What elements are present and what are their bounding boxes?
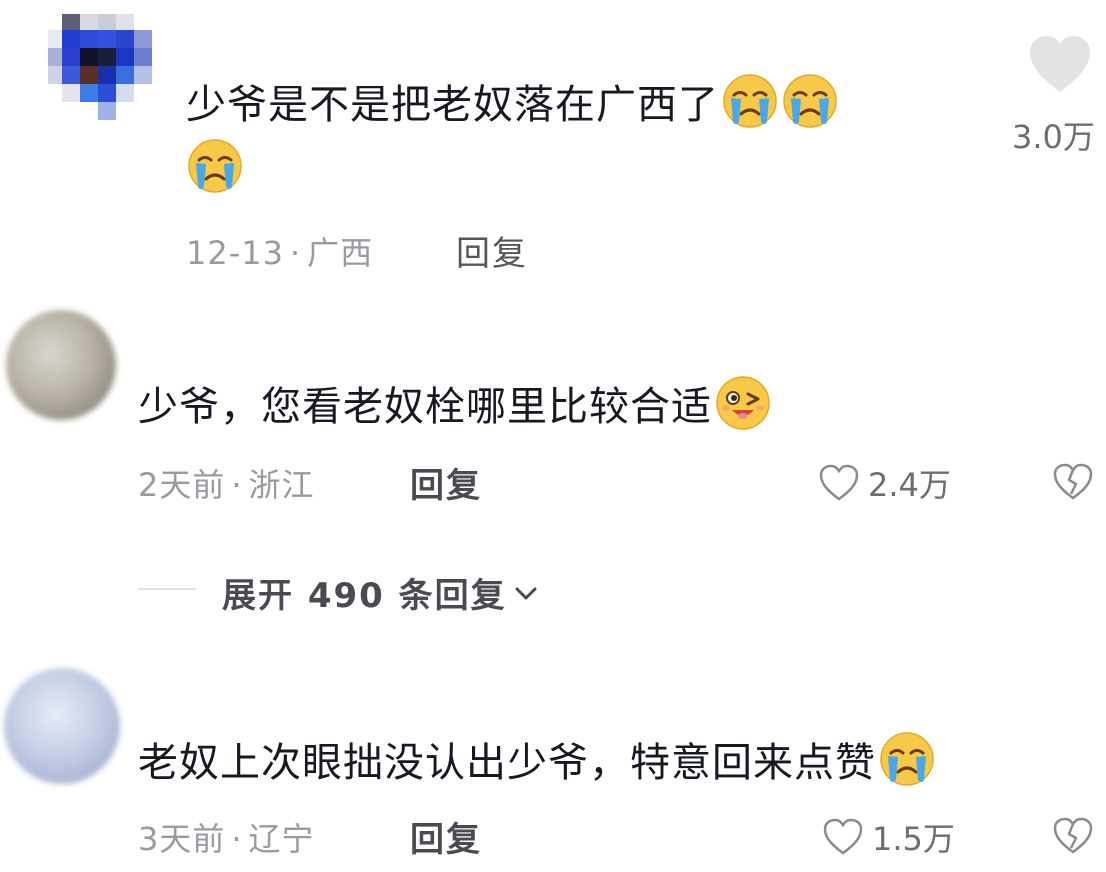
comment-body: 老奴上次眼拙没认出少爷，特意回来点赞 bbox=[138, 740, 876, 786]
comment-meta: 3天前 · 辽宁 bbox=[138, 814, 315, 860]
heart-outline-icon bbox=[823, 818, 863, 855]
comment-location: 浙江 bbox=[248, 466, 315, 504]
avatar[interactable] bbox=[48, 14, 154, 120]
comment-text: 少爷，您看老奴栓哪里比较合适 bbox=[138, 374, 898, 439]
comment-meta: 2天前 · 浙江 bbox=[138, 460, 315, 506]
like-count: 2.4万 bbox=[868, 466, 951, 504]
separator-dot: · bbox=[289, 234, 302, 272]
reply-button[interactable]: 回复 bbox=[410, 812, 482, 861]
heart-outline-icon bbox=[819, 464, 859, 501]
comment-meta: 12-13 · 广西 bbox=[186, 228, 373, 274]
like-count: 1.5万 bbox=[872, 820, 955, 858]
chevron-down-icon bbox=[515, 587, 537, 599]
winking-face-emoji-icon bbox=[714, 374, 772, 432]
reply-button[interactable]: 回复 bbox=[456, 226, 528, 275]
crying-face-emoji-icon bbox=[878, 730, 936, 788]
separator-dot: · bbox=[231, 466, 243, 504]
like-count: 3.0万 bbox=[1012, 118, 1095, 156]
comment-text: 老奴上次眼拙没认出少爷，特意回来点赞 bbox=[138, 730, 1038, 795]
comment-date: 12-13 bbox=[186, 234, 284, 272]
like-heart-icon[interactable] bbox=[1028, 34, 1092, 98]
crying-face-emoji-icon bbox=[186, 137, 244, 195]
comment-body: 少爷是不是把老奴落在广西了 bbox=[186, 82, 719, 128]
comment-date: 3天前 bbox=[138, 820, 226, 858]
comment-body: 少爷，您看老奴栓哪里比较合适 bbox=[138, 384, 712, 430]
comment-date: 2天前 bbox=[138, 466, 226, 504]
avatar[interactable] bbox=[4, 668, 120, 784]
like-button[interactable]: 2.4万 bbox=[818, 460, 951, 506]
dislike-broken-heart-icon[interactable] bbox=[1052, 816, 1094, 856]
comment-location: 辽宁 bbox=[248, 820, 315, 858]
separator-dot: · bbox=[231, 820, 243, 858]
like-button[interactable]: 1.5万 bbox=[822, 814, 955, 860]
crying-face-emoji-icon bbox=[781, 72, 839, 130]
avatar[interactable] bbox=[6, 310, 116, 420]
expand-replies-button[interactable]: 展开 490 条回复 bbox=[222, 568, 541, 617]
comment-location: 广西 bbox=[307, 234, 374, 272]
crying-face-emoji-icon bbox=[721, 72, 779, 130]
reply-button[interactable]: 回复 bbox=[410, 458, 482, 507]
expand-divider bbox=[138, 588, 196, 590]
dislike-broken-heart-icon[interactable] bbox=[1052, 462, 1094, 502]
expand-replies-label: 展开 490 条回复 bbox=[222, 576, 507, 616]
comment-text: 少爷是不是把老奴落在广西了 bbox=[186, 72, 946, 202]
